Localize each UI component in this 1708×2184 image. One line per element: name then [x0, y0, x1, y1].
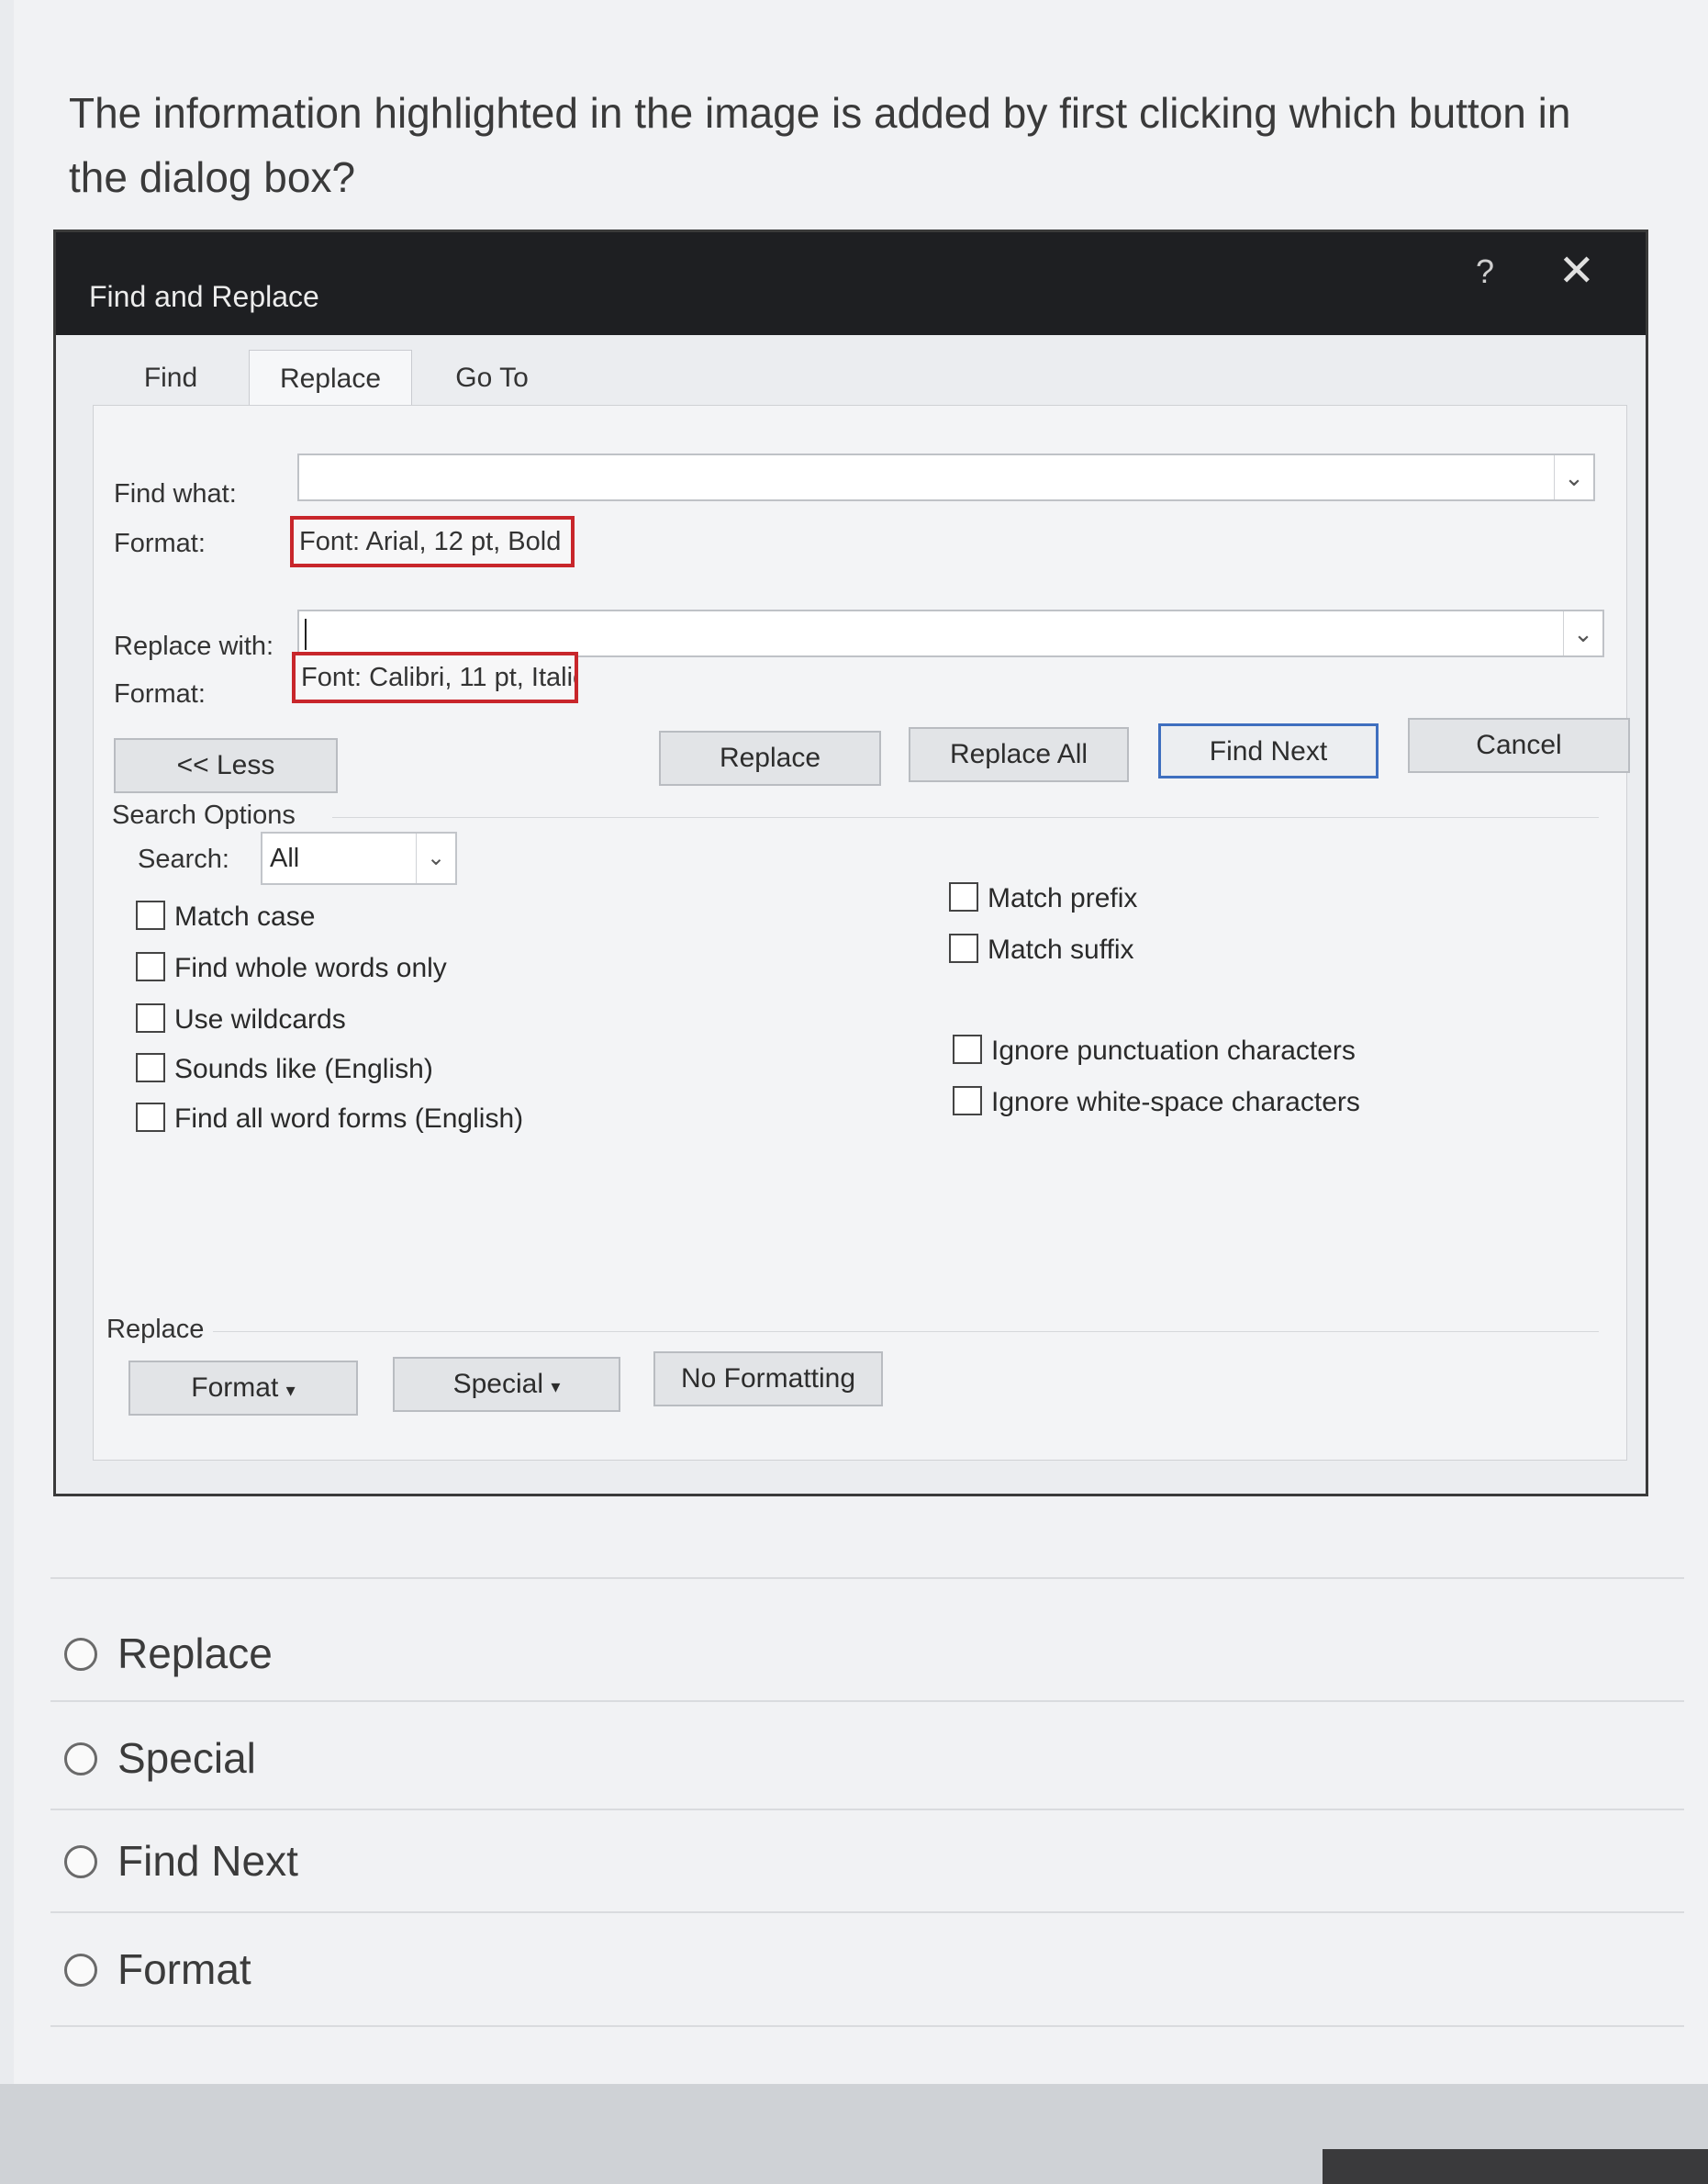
search-options-label: Search Options	[112, 801, 296, 830]
checkbox-label: Match suffix	[988, 935, 1134, 966]
option-divider	[50, 2025, 1684, 2027]
option-replace[interactable]: Replace	[64, 1621, 273, 1686]
checkbox-box	[953, 1086, 982, 1116]
option-label: Find Next	[117, 1837, 298, 1885]
text-cursor	[305, 619, 307, 650]
radio-button-icon[interactable]	[64, 1953, 97, 1987]
tab-goto[interactable]: Go To	[414, 350, 570, 407]
checkbox-label: Match prefix	[988, 883, 1138, 914]
replace-format-value: Font: Calibri, 11 pt, Italic	[292, 652, 578, 703]
checkbox-box	[953, 1035, 982, 1065]
less-button[interactable]: << Less	[114, 738, 338, 793]
replace-button[interactable]: Replace	[659, 731, 881, 786]
option-divider	[50, 1911, 1684, 1913]
option-label: Format	[117, 1945, 251, 1993]
search-direction-select[interactable]: All ⌄	[261, 832, 457, 885]
dialog-titlebar: Find and Replace ? ✕	[56, 232, 1646, 335]
replace-all-button[interactable]: Replace All	[909, 727, 1129, 782]
option-label: Special	[117, 1734, 256, 1782]
replace-group-divider	[213, 1331, 1599, 1332]
caret-down-icon: ▾	[551, 1377, 561, 1397]
tab-replace[interactable]: Replace	[249, 350, 412, 408]
chevron-down-icon[interactable]: ⌄	[1554, 455, 1593, 499]
checkbox-label: Find whole words only	[174, 953, 447, 984]
wildcards-checkbox[interactable]: Use wildcards	[136, 1001, 346, 1037]
replace-with-label: Replace with:	[114, 632, 274, 661]
option-find-next[interactable]: Find Next	[64, 1829, 298, 1893]
question-text: The information highlighted in the image…	[69, 89, 1571, 201]
sounds-like-checkbox[interactable]: Sounds like (English)	[136, 1050, 433, 1087]
replace-with-combo[interactable]: ⌄	[297, 610, 1604, 657]
bottom-dark-strip	[1323, 2149, 1708, 2184]
option-format[interactable]: Format	[64, 1937, 251, 2001]
radio-button-icon[interactable]	[64, 1742, 97, 1775]
checkbox-label: Ignore white-space characters	[991, 1087, 1360, 1118]
checkbox-label: Ignore punctuation characters	[991, 1036, 1356, 1067]
dialog-title: Find and Replace	[89, 280, 319, 313]
caret-down-icon: ▾	[285, 1381, 296, 1401]
format-button[interactable]: Format ▾	[128, 1361, 358, 1416]
special-button-label: Special	[452, 1369, 543, 1399]
checkbox-box	[949, 934, 978, 964]
find-replace-dialog: Find and Replace ? ✕ Find Replace Go To …	[53, 230, 1648, 1496]
close-icon[interactable]: ✕	[1558, 245, 1595, 297]
search-direction-value: All	[270, 844, 300, 873]
ignore-whitespace-checkbox[interactable]: Ignore white-space characters	[953, 1083, 1360, 1120]
replace-tab-panel: Find what: ⌄ Format: Font: Arial, 12 pt,…	[93, 405, 1630, 1461]
checkbox-box	[136, 1053, 165, 1083]
checkbox-box	[136, 952, 165, 982]
format-button-label: Format	[191, 1372, 279, 1403]
replace-format-label: Format:	[114, 679, 206, 709]
replace-group-label: Replace	[106, 1315, 205, 1344]
checkbox-box	[949, 882, 978, 913]
match-suffix-checkbox[interactable]: Match suffix	[949, 931, 1134, 968]
find-what-label: Find what:	[114, 479, 237, 509]
no-formatting-button[interactable]: No Formatting	[653, 1351, 883, 1406]
checkbox-label: Use wildcards	[174, 1004, 346, 1036]
search-label: Search:	[138, 845, 229, 874]
checkbox-box	[136, 1103, 165, 1133]
cancel-button[interactable]: Cancel	[1408, 718, 1630, 773]
find-format-value: Font: Arial, 12 pt, Bold	[290, 516, 575, 567]
tab-find[interactable]: Find	[102, 350, 240, 407]
checkbox-label: Match case	[174, 902, 316, 933]
radio-button-icon[interactable]	[64, 1844, 97, 1878]
option-label: Replace	[117, 1630, 273, 1677]
option-divider	[50, 1700, 1684, 1702]
option-divider	[50, 1577, 1684, 1579]
option-special[interactable]: Special	[64, 1726, 256, 1790]
checkbox-box	[136, 1003, 165, 1034]
ignore-punctuation-checkbox[interactable]: Ignore punctuation characters	[953, 1032, 1356, 1069]
find-what-combo[interactable]: ⌄	[297, 454, 1595, 501]
chevron-down-icon[interactable]: ⌄	[416, 834, 455, 883]
match-prefix-checkbox[interactable]: Match prefix	[949, 879, 1137, 916]
find-next-button[interactable]: Find Next	[1158, 723, 1379, 778]
checkbox-label: Find all word forms (English)	[174, 1103, 524, 1135]
bottom-bar	[0, 2084, 1708, 2184]
checkbox-box	[136, 901, 165, 931]
chevron-down-icon[interactable]: ⌄	[1563, 611, 1602, 655]
search-options-divider	[332, 817, 1599, 818]
match-case-checkbox[interactable]: Match case	[136, 898, 315, 935]
word-forms-checkbox[interactable]: Find all word forms (English)	[136, 1100, 523, 1137]
find-format-label: Format:	[114, 529, 206, 558]
whole-words-checkbox[interactable]: Find whole words only	[136, 949, 447, 986]
checkbox-label: Sounds like (English)	[174, 1054, 433, 1085]
radio-button-icon[interactable]	[64, 1637, 97, 1671]
help-icon[interactable]: ?	[1476, 252, 1494, 291]
special-button[interactable]: Special ▾	[393, 1357, 620, 1412]
option-divider	[50, 1809, 1684, 1810]
